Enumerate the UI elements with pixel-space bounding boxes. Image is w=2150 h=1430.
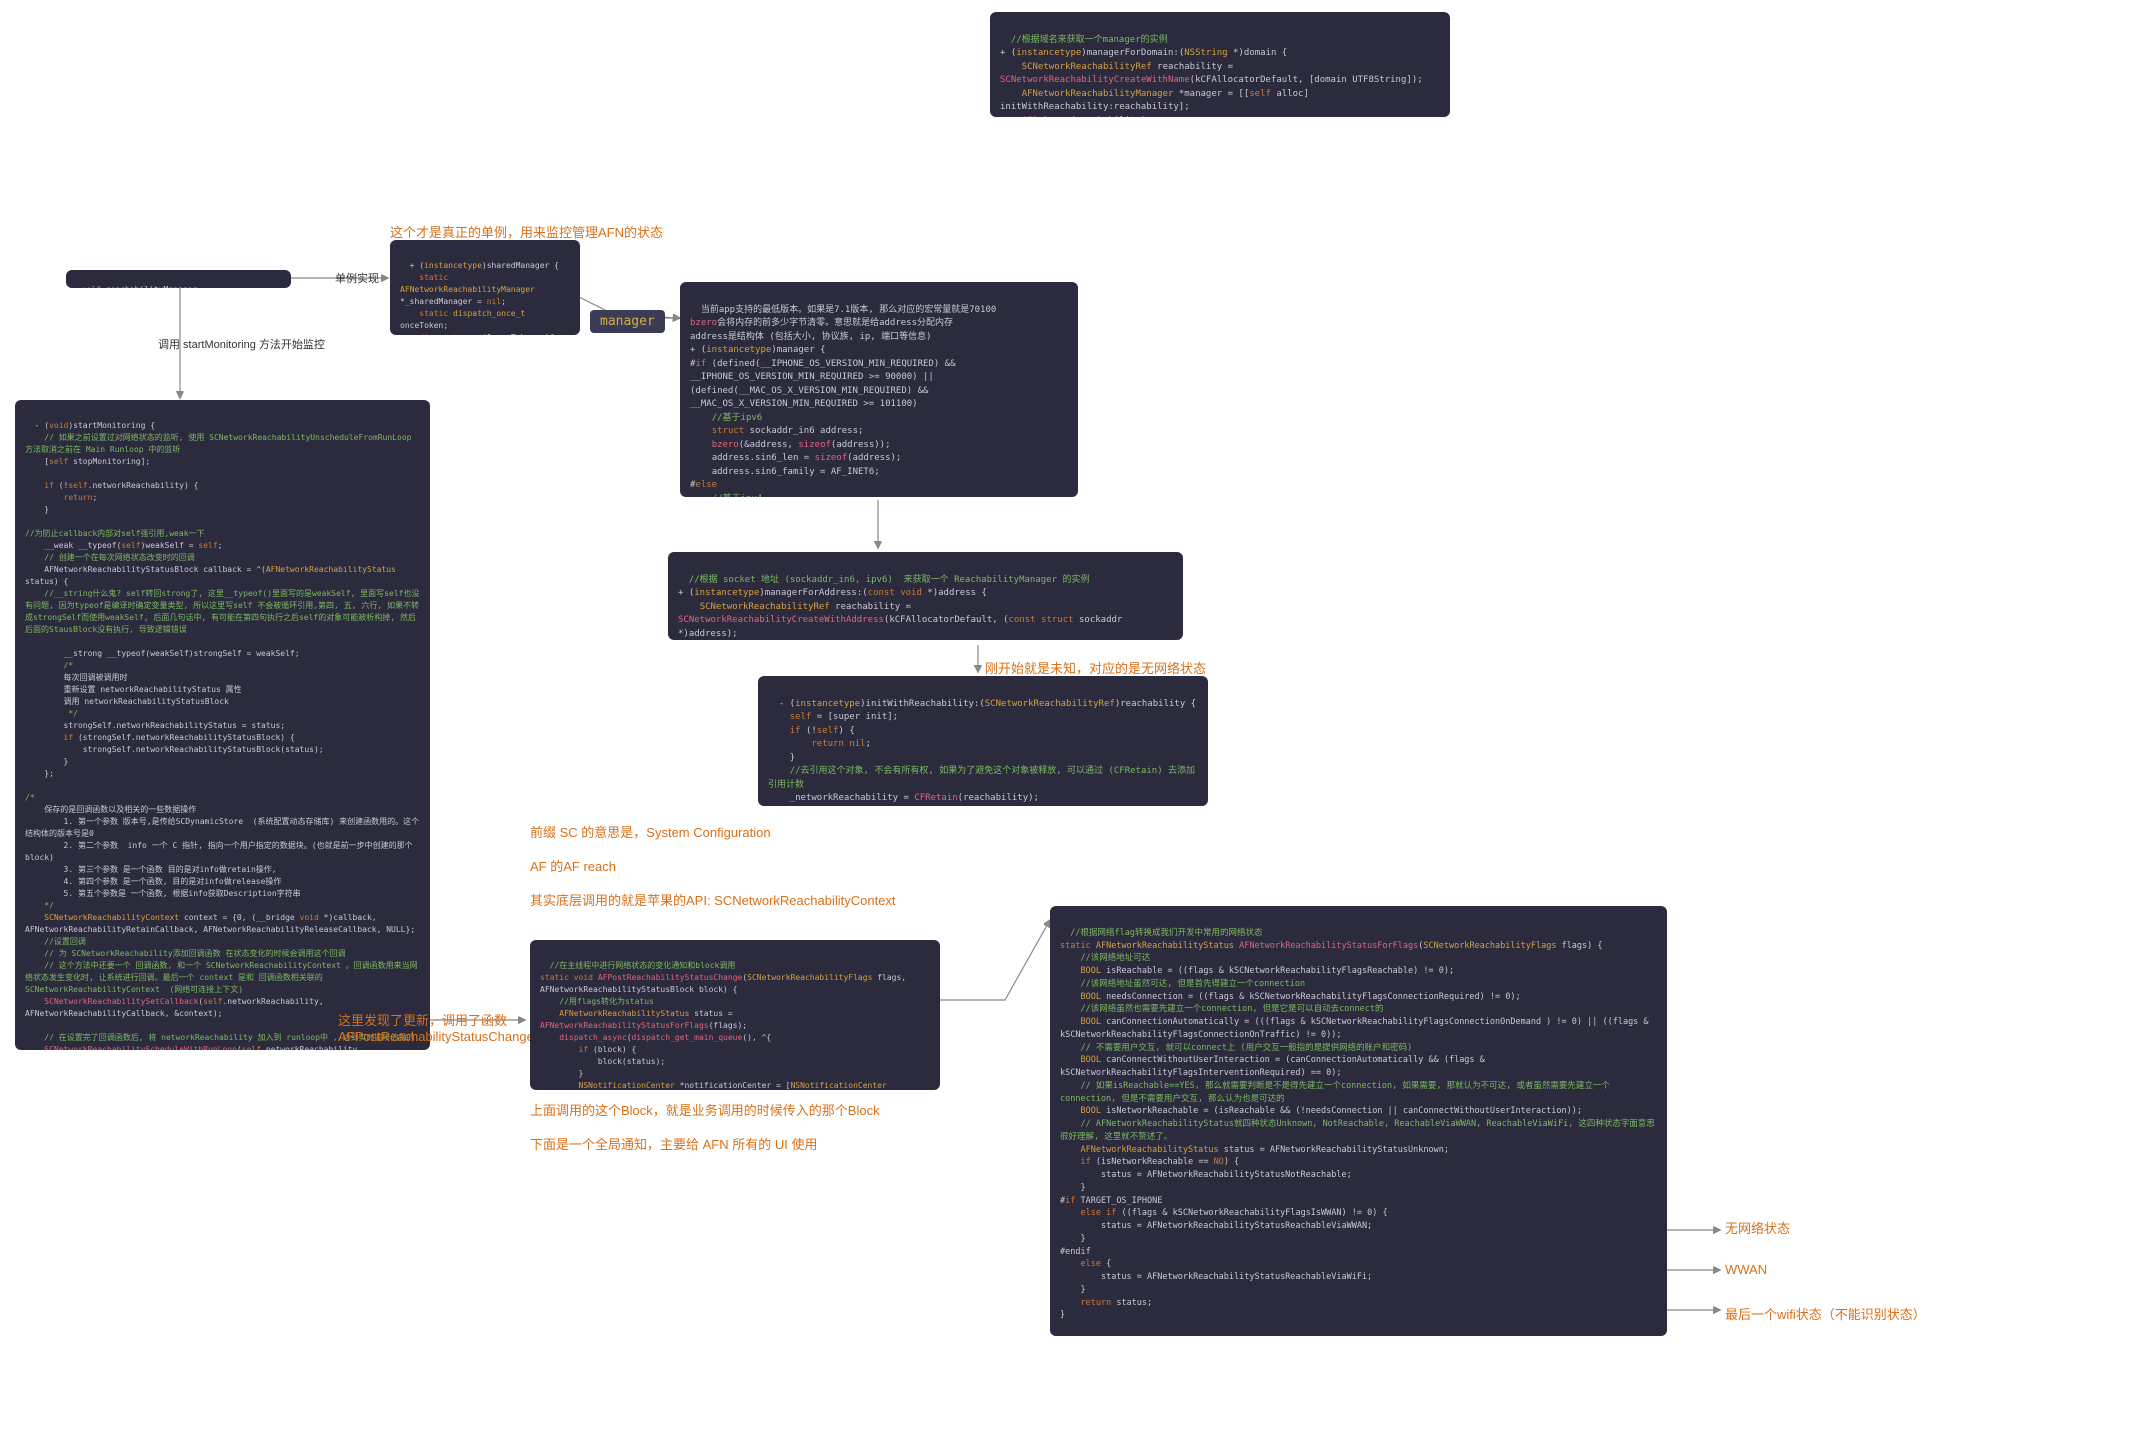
annotation-block-note: 上面调用的这个Block，就是业务调用的时候传入的那个Block 下面是一个全局…: [530, 1100, 880, 1153]
code-manager-for-address: //根据 socket 地址 (sockaddr_in6, ipv6) 来获取一…: [668, 552, 1183, 640]
annotation-status-wifi: 最后一个wifi状态（不能识别状态）: [1725, 1304, 1926, 1323]
code-text: + (instancetype)sharedManager { static A…: [400, 261, 559, 335]
code-start-monitoring: - (void)startMonitoring { // 如果之前设置过对网络状…: [15, 400, 430, 1050]
annotation-init-note: 刚开始就是未知，对应的是无网络状态: [985, 658, 1206, 677]
code-shared-manager: + (instancetype)sharedManager { static A…: [390, 240, 580, 335]
code-manager-impl: 当前app支持的最低版本。如果是7.1版本, 那么对应的宏常量就是70100 b…: [680, 282, 1078, 497]
manager-badge: manager: [590, 310, 665, 333]
code-status-for-flags: //根据网络flag转换成我们开发中常用的网络状态 static AFNetwo…: [1050, 906, 1667, 1336]
arrow-label-start-monitoring: 调用 startMonitoring 方法开始监控: [158, 336, 325, 352]
code-text: - (void)startMonitoring { // 如果之前设置过对网络状…: [25, 421, 419, 1050]
annotation-sc-note: 前缀 SC 的意思是，System Configuration AF 的AF r…: [530, 822, 896, 909]
annotation-status-no-network: 无网络状态: [1725, 1218, 1790, 1237]
code-manager-for-domain: //根据域名来获取一个manager的实例 + (instancetype)ma…: [990, 12, 1450, 117]
code-reachability-manager-assign: self.reachabilityManager = [AFNetworkRea…: [66, 270, 291, 288]
code-text: //根据 socket 地址 (sockaddr_in6, ipv6) 来获取一…: [678, 575, 1128, 641]
code-init-with-reachability: - (instancetype)initWithReachability:(SC…: [758, 676, 1208, 806]
arrow-label-singleton: 单例实现: [335, 270, 379, 286]
code-text: 当前app支持的最低版本。如果是7.1版本, 那么对应的宏常量就是70100 b…: [690, 305, 996, 498]
code-text: - (instancetype)initWithReachability:(SC…: [768, 699, 1196, 807]
code-text: //在主线程中进行网络状态的变化通知和block调用 static void A…: [540, 961, 916, 1090]
code-post-reachability-change: //在主线程中进行网络状态的变化通知和block调用 static void A…: [530, 940, 940, 1090]
code-text: //根据网络flag转换成我们开发中常用的网络状态 static AFNetwo…: [1060, 928, 1655, 1321]
code-text: self.reachabilityManager = [AFNetworkRea…: [72, 285, 217, 288]
code-text: //根据域名来获取一个manager的实例 + (instancetype)ma…: [1000, 35, 1423, 118]
annotation-status-wwan: WWAN: [1725, 1262, 1767, 1277]
annotation-post-note: 这里发现了更新，调用了函数 AFPostReachabilityStatusCh…: [338, 1010, 534, 1044]
annotation-singleton: 这个才是真正的单例，用来监控管理AFN的状态: [390, 222, 663, 241]
